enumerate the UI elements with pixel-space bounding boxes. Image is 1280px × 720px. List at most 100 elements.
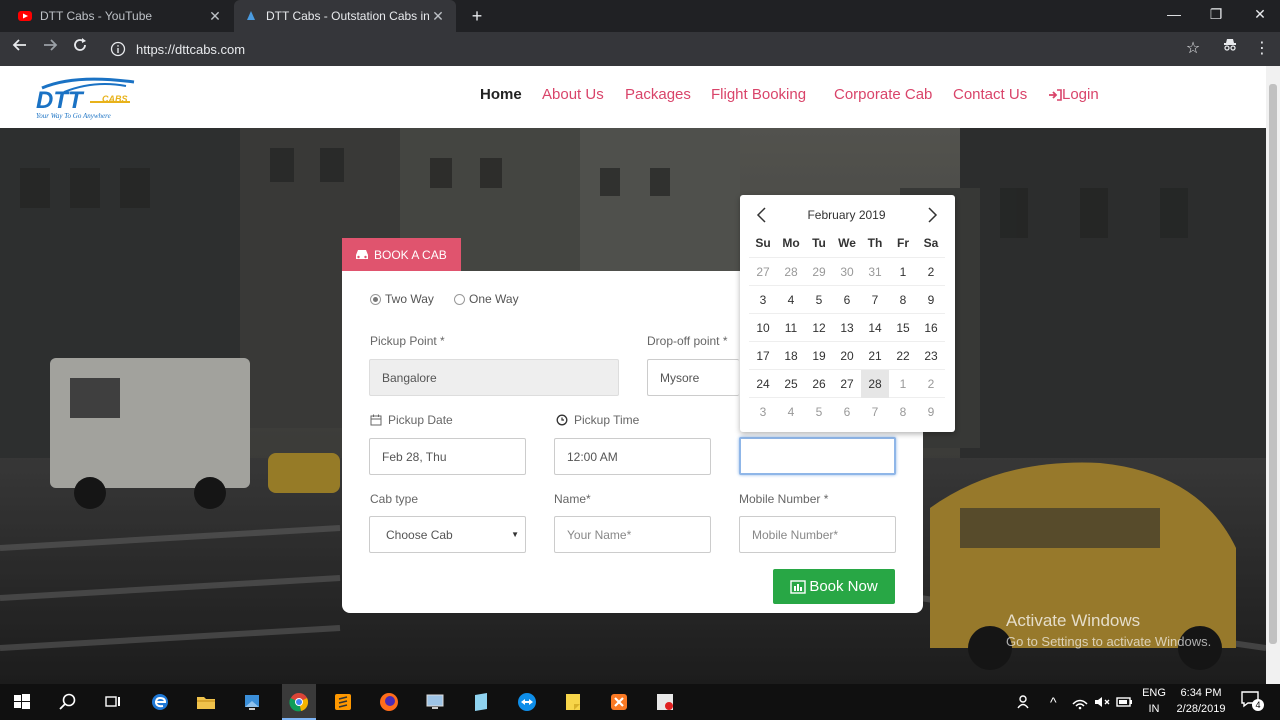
new-tab-button[interactable]: + xyxy=(466,5,488,27)
cab-type-select[interactable]: Choose Cab ▼ xyxy=(369,516,526,553)
calendar-day[interactable]: 7 xyxy=(861,286,889,314)
calendar-day[interactable]: 6 xyxy=(833,286,861,314)
minimize-button[interactable]: — xyxy=(1152,0,1196,30)
computer-icon[interactable] xyxy=(423,690,447,714)
book-now-button[interactable]: Book Now xyxy=(773,569,895,604)
close-window-button[interactable]: ✕ xyxy=(1238,0,1280,30)
xampp-icon[interactable] xyxy=(607,690,631,714)
nav-about-us[interactable]: About Us xyxy=(542,86,604,103)
calendar-day[interactable]: 17 xyxy=(749,342,777,370)
two-way-radio-option[interactable]: Two Way xyxy=(370,292,434,306)
calendar-day[interactable]: 14 xyxy=(861,314,889,342)
calendar-day[interactable]: 15 xyxy=(889,314,917,342)
calendar-day[interactable]: 18 xyxy=(777,342,805,370)
clock-time[interactable]: 6:34 PM xyxy=(1172,687,1230,699)
calendar-day[interactable]: 13 xyxy=(833,314,861,342)
wifi-icon[interactable] xyxy=(1068,690,1092,714)
info-icon[interactable] xyxy=(110,41,126,57)
pickup-point-field[interactable]: Bangalore xyxy=(369,359,619,396)
notepad-icon[interactable] xyxy=(469,690,493,714)
return-date-field[interactable] xyxy=(739,437,896,475)
maximize-button[interactable]: ❐ xyxy=(1194,0,1238,30)
dtt-cabs-logo[interactable]: DTT CABS Your Way To Go Anywhere xyxy=(34,72,150,122)
calendar-day-selected[interactable]: 28 xyxy=(861,370,889,398)
calendar-day[interactable]: 22 xyxy=(889,342,917,370)
browser-tab-dttcabs[interactable]: DTT Cabs - Outstation Cabs in Ba ✕ xyxy=(234,0,456,32)
name-input[interactable] xyxy=(567,527,710,542)
one-way-radio[interactable] xyxy=(454,293,465,305)
forward-arrow-icon[interactable] xyxy=(38,37,62,61)
app-icon[interactable] xyxy=(240,690,264,714)
calendar-day[interactable]: 21 xyxy=(861,342,889,370)
calendar-day[interactable]: 19 xyxy=(805,342,833,370)
page-scrollbar[interactable] xyxy=(1266,66,1280,684)
edge-browser-icon[interactable] xyxy=(148,690,172,714)
windows-start-icon[interactable] xyxy=(10,690,34,714)
people-icon[interactable] xyxy=(1013,690,1037,714)
sublime-text-icon[interactable] xyxy=(331,690,355,714)
recorder-icon[interactable] xyxy=(653,690,677,714)
prev-month-chevron-icon[interactable] xyxy=(754,205,770,225)
calendar-day[interactable]: 16 xyxy=(917,314,945,342)
address-bar[interactable]: https://dttcabs.com xyxy=(104,36,1214,62)
input-region[interactable]: IN xyxy=(1140,703,1168,715)
next-month-chevron-icon[interactable] xyxy=(924,205,940,225)
incognito-icon[interactable] xyxy=(1218,37,1242,61)
calendar-day[interactable]: 4 xyxy=(777,286,805,314)
mobile-number-field[interactable] xyxy=(739,516,896,553)
book-a-cab-tab[interactable]: BOOK A CAB xyxy=(342,238,461,271)
two-way-radio[interactable] xyxy=(370,293,381,305)
input-language[interactable]: ENG xyxy=(1140,687,1168,699)
browser-tab-youtube[interactable]: DTT Cabs - YouTube ✕ xyxy=(8,0,233,32)
close-tab-icon[interactable]: ✕ xyxy=(430,8,446,25)
calendar-day[interactable]: 12 xyxy=(805,314,833,342)
nav-packages[interactable]: Packages xyxy=(625,86,691,103)
scrollbar-thumb[interactable] xyxy=(1269,84,1277,644)
battery-icon[interactable] xyxy=(1112,690,1136,714)
volume-muted-icon[interactable] xyxy=(1090,690,1114,714)
nav-flight-booking[interactable]: Flight Booking xyxy=(711,86,806,103)
back-arrow-icon[interactable] xyxy=(8,37,32,61)
nav-home[interactable]: Home xyxy=(480,86,522,103)
tray-expand-chevron-icon[interactable]: ^ xyxy=(1050,694,1057,710)
calendar-day[interactable]: 25 xyxy=(777,370,805,398)
calendar-day[interactable]: 8 xyxy=(889,286,917,314)
notifications-button[interactable]: 4 xyxy=(1240,690,1266,714)
clock-date[interactable]: 2/28/2019 xyxy=(1172,703,1230,715)
datepicker-month-title[interactable]: February 2019 xyxy=(780,208,913,222)
calendar-day[interactable]: 27 xyxy=(833,370,861,398)
calendar-day[interactable]: 11 xyxy=(777,314,805,342)
one-way-radio-option[interactable]: One Way xyxy=(454,292,519,306)
menu-kebab-icon[interactable]: ⋮ xyxy=(1250,37,1274,61)
reload-icon[interactable] xyxy=(68,37,92,61)
nav-corporate-cab[interactable]: Corporate Cab xyxy=(834,86,932,103)
close-tab-icon[interactable]: ✕ xyxy=(207,8,223,25)
chrome-taskbar-slot[interactable] xyxy=(282,684,316,720)
return-date-input[interactable] xyxy=(753,449,894,463)
calendar-day[interactable]: 2 xyxy=(917,258,945,286)
name-field[interactable] xyxy=(554,516,711,553)
nav-contact-us[interactable]: Contact Us xyxy=(953,86,1027,103)
calendar-day[interactable]: 23 xyxy=(917,342,945,370)
calendar-day[interactable]: 24 xyxy=(749,370,777,398)
pickup-date-field[interactable]: Feb 28, Thu xyxy=(369,438,526,475)
calendar-day[interactable]: 9 xyxy=(917,286,945,314)
calendar-day[interactable]: 26 xyxy=(805,370,833,398)
calendar-day[interactable]: 10 xyxy=(749,314,777,342)
calendar-day[interactable]: 3 xyxy=(749,286,777,314)
task-view-icon[interactable] xyxy=(101,690,125,714)
dropoff-point-field[interactable]: Mysore xyxy=(647,359,739,396)
mobile-number-input[interactable] xyxy=(752,527,895,542)
file-explorer-icon[interactable] xyxy=(194,690,218,714)
search-icon[interactable] xyxy=(56,690,80,714)
firefox-icon[interactable] xyxy=(377,690,401,714)
sticky-notes-icon[interactable] xyxy=(561,690,585,714)
calendar-day[interactable]: 20 xyxy=(833,342,861,370)
pickup-time-field[interactable]: 12:00 AM xyxy=(554,438,711,475)
teamviewer-icon[interactable] xyxy=(515,690,539,714)
calendar-day[interactable]: 5 xyxy=(805,286,833,314)
browser-toolbar: https://dttcabs.com ☆ ⋮ xyxy=(0,32,1280,66)
calendar-day[interactable]: 1 xyxy=(889,258,917,286)
bookmark-star-icon[interactable]: ☆ xyxy=(1181,37,1205,61)
nav-login[interactable]: Login xyxy=(1048,86,1099,103)
